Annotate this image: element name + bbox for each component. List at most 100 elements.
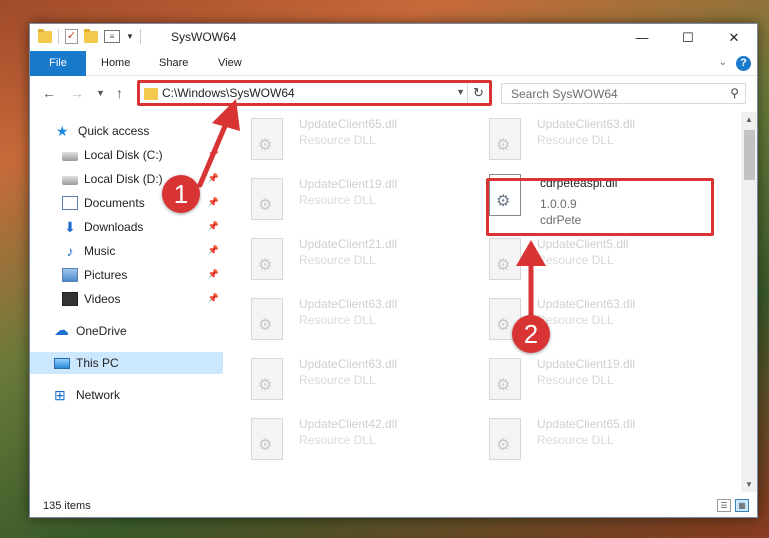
- file-description: Resource DLL: [299, 313, 376, 327]
- star-icon: ★: [56, 123, 69, 139]
- file-name: UpdateClient63.dll: [299, 357, 398, 371]
- file-name: UpdateClient63.dll: [299, 297, 398, 311]
- sidebar-item-network[interactable]: ⊞ Network: [30, 384, 223, 406]
- expand-ribbon-icon[interactable]: ⌄: [719, 57, 727, 68]
- new-folder-icon[interactable]: [84, 28, 98, 43]
- dll-file-icon: [251, 238, 283, 280]
- sidebar-item-label: Downloads: [84, 220, 144, 234]
- file-item[interactable]: UpdateClient63.dll Resource DLL: [227, 292, 459, 348]
- window-title: SysWOW64: [171, 30, 237, 44]
- tab-share[interactable]: Share: [159, 51, 188, 76]
- music-icon: ♪: [66, 243, 74, 259]
- file-highlight: [486, 178, 714, 236]
- dll-file-icon: [489, 358, 521, 400]
- sidebar-item-label: Music: [84, 244, 116, 258]
- file-name: UpdateClient65.dll: [537, 417, 636, 431]
- file-item[interactable]: UpdateClient65.dll Resource DLL: [227, 112, 459, 168]
- file-description: Resource DLL: [299, 373, 376, 387]
- sidebar-item-pictures[interactable]: Pictures 📌: [30, 264, 223, 286]
- file-description: Resource DLL: [537, 433, 614, 447]
- tab-view[interactable]: View: [218, 51, 242, 76]
- file-item[interactable]: UpdateClient5.dll Resource DLL: [465, 232, 697, 288]
- recent-locations-icon[interactable]: ▼: [96, 88, 105, 98]
- tab-home[interactable]: Home: [101, 51, 130, 76]
- file-name: UpdateClient63.dll: [537, 117, 636, 131]
- pc-icon: [54, 357, 70, 369]
- folder-icon: [38, 28, 52, 43]
- file-name: UpdateClient65.dll: [299, 117, 398, 131]
- file-name: UpdateClient42.dll: [299, 417, 398, 431]
- sidebar-item-label: OneDrive: [76, 324, 127, 338]
- up-arrow-icon[interactable]: ↑: [116, 85, 123, 101]
- sidebar-item-label: Documents: [84, 196, 145, 210]
- file-list: UpdateClient65.dll Resource DLL UpdateCl…: [227, 112, 741, 492]
- file-description: Resource DLL: [299, 133, 376, 147]
- help-button[interactable]: ?: [736, 56, 751, 71]
- tab-file[interactable]: File: [30, 51, 86, 76]
- callout-badge-1: 1: [162, 175, 200, 213]
- ribbon-tabs: File Home Share View ⌄ ?: [30, 51, 757, 76]
- status-bar: 135 items ☰ ▦: [30, 494, 757, 517]
- details-view-icon[interactable]: ☰: [717, 499, 731, 512]
- explorer-window: ✓ ≡ ▼ SysWOW64 — ☐ ✕ File Home Share Vie…: [29, 23, 758, 518]
- sidebar-item-onedrive[interactable]: ☁ OneDrive: [30, 320, 223, 342]
- file-description: Resource DLL: [299, 193, 376, 207]
- large-icons-view-icon[interactable]: ▦: [735, 499, 749, 512]
- file-description: Resource DLL: [299, 253, 376, 267]
- file-item[interactable]: UpdateClient63.dll Resource DLL: [465, 112, 697, 168]
- toolbar-divider: [139, 29, 141, 44]
- network-icon: ⊞: [54, 387, 66, 403]
- minimize-button[interactable]: —: [619, 24, 665, 51]
- search-box[interactable]: Search SysWOW64 ⚲: [501, 83, 746, 104]
- pin-icon[interactable]: 📌: [208, 221, 219, 232]
- sidebar-item-videos[interactable]: Videos 📌: [30, 288, 223, 310]
- sidebar-item-label: Local Disk (C:): [84, 148, 163, 162]
- vertical-scrollbar[interactable]: ▲ ▼: [741, 112, 757, 492]
- properties-check-icon[interactable]: ✓: [65, 29, 78, 44]
- dll-file-icon: [251, 358, 283, 400]
- file-item[interactable]: UpdateClient19.dll Resource DLL: [465, 352, 697, 408]
- file-item[interactable]: UpdateClient65.dll Resource DLL: [465, 412, 697, 468]
- close-button[interactable]: ✕: [711, 24, 757, 51]
- view-switcher: ☰ ▦: [717, 499, 749, 512]
- forward-arrow-icon[interactable]: →: [70, 85, 84, 101]
- maximize-button[interactable]: ☐: [665, 24, 711, 51]
- search-input[interactable]: Search SysWOW64: [511, 87, 618, 101]
- quick-access-toolbar: ✓ ≡ ▼: [38, 28, 141, 44]
- scroll-thumb[interactable]: [744, 130, 755, 180]
- title-bar: ✓ ≡ ▼ SysWOW64 — ☐ ✕: [30, 24, 757, 51]
- pin-icon[interactable]: 📌: [208, 293, 219, 304]
- videos-icon: [62, 292, 78, 306]
- sidebar-item-music[interactable]: ♪ Music 📌: [30, 240, 223, 262]
- pin-icon[interactable]: 📌: [208, 197, 219, 208]
- file-item[interactable]: UpdateClient63.dll Resource DLL: [227, 352, 459, 408]
- pin-icon[interactable]: 📌: [208, 245, 219, 256]
- file-item[interactable]: UpdateClient42.dll Resource DLL: [227, 412, 459, 468]
- properties-icon[interactable]: ≡: [104, 30, 120, 43]
- back-arrow-icon[interactable]: ←: [42, 85, 56, 101]
- scroll-up-icon[interactable]: ▲: [745, 115, 753, 124]
- file-item[interactable]: UpdateClient21.dll Resource DLL: [227, 232, 459, 288]
- sidebar-item-downloads[interactable]: ⬇ Downloads 📌: [30, 216, 223, 238]
- file-name: UpdateClient19.dll: [299, 177, 398, 191]
- dll-file-icon: [489, 118, 521, 160]
- sidebar-item-this-pc[interactable]: This PC: [30, 352, 223, 374]
- file-item[interactable]: UpdateClient63.dll Resource DLL: [465, 292, 697, 348]
- sidebar-item-label: This PC: [76, 356, 119, 370]
- scroll-down-icon[interactable]: ▼: [745, 480, 753, 489]
- sidebar-item-label: Quick access: [78, 124, 150, 138]
- sidebar-item-label: Network: [76, 388, 121, 402]
- downloads-icon: ⬇: [64, 219, 76, 235]
- dll-file-icon: [489, 418, 521, 460]
- customize-dropdown-icon[interactable]: ▼: [126, 32, 134, 41]
- file-item[interactable]: UpdateClient19.dll Resource DLL: [227, 172, 459, 228]
- pin-icon[interactable]: 📌: [208, 269, 219, 280]
- pictures-icon: [62, 268, 78, 282]
- disk-icon: [62, 176, 78, 185]
- sidebar-item-label: Videos: [84, 292, 121, 306]
- file-description: Resource DLL: [299, 433, 376, 447]
- sidebar-item-label: Local Disk (D:): [84, 172, 163, 186]
- search-icon[interactable]: ⚲: [730, 86, 739, 100]
- onedrive-icon: ☁: [54, 322, 69, 339]
- callout-arrow-1: [197, 99, 240, 188]
